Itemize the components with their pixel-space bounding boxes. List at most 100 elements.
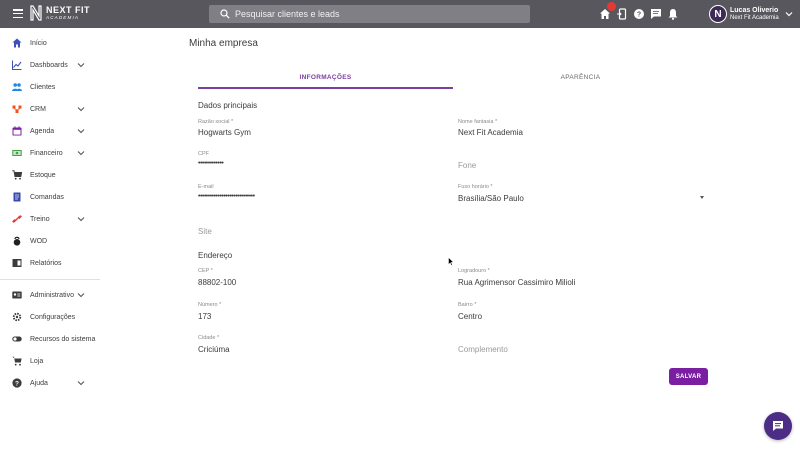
cpf-field[interactable]: ••••••••••••• [198,160,224,167]
search-input[interactable]: Pesquisar clientes e leads [209,5,530,23]
page-title: Minha empresa [189,38,258,49]
sidebar-item-label: Dashboards [30,61,68,69]
user-name: Lucas Oliverio [730,6,779,14]
calendar-icon [12,126,22,136]
chevron-down-icon [77,217,85,222]
notification-badge [607,2,616,11]
dropdown-arrow-icon[interactable] [700,196,704,199]
nome-fantasia-field[interactable]: Next Fit Academia [458,128,523,137]
chevron-down-icon [77,293,85,298]
sidebar-item-treino[interactable]: Treino [0,210,108,228]
razao-social-field[interactable]: Hogwarts Gym [198,128,251,137]
chat-icon[interactable] [649,7,663,21]
cep-field[interactable]: 88802-100 [198,278,236,287]
chevron-down-icon [77,63,85,68]
svg-text:?: ? [15,380,19,387]
brand-name: NEXT FIT [46,4,90,15]
sidebar-item-label: Clientes [30,83,56,91]
chevron-down-icon [77,151,85,156]
mouse-cursor-icon [448,257,454,266]
sidebar-item-wod[interactable]: WOD [0,232,108,250]
avatar: N [709,5,727,23]
chevron-down-icon [77,107,85,112]
report-icon [12,259,22,267]
tab-aparencia[interactable]: APARÊNCIA [453,66,708,89]
home-icon [12,38,22,48]
sidebar-item-label: Treino [30,215,50,223]
dumbbell-icon [12,215,22,223]
numero-label: Número * [198,302,222,308]
chart-icon [12,60,22,70]
logradouro-field[interactable]: Rua Agrimensor Cassimiro Milioli [458,278,575,287]
sidebar-item-label: CRM [30,105,46,113]
fuso-horario-select[interactable]: Brasília/São Paulo [458,194,524,203]
logo-mark-icon [30,5,42,21]
sidebar-item-label: Administrativo [30,291,74,299]
money-icon [12,150,22,156]
mobile-icon[interactable] [615,7,629,21]
cart-icon [12,170,22,180]
nome-fantasia-label: Nome fantasia * [458,119,498,125]
svg-text:?: ? [637,12,641,19]
chevron-down-icon [785,12,793,17]
active-tab-indicator [198,87,453,89]
fuso-horario-label: Fuso horário * [458,184,493,190]
sidebar-item-recursos[interactable]: Recursos do sistema [0,330,108,348]
tab-informacoes[interactable]: INFORMAÇÕES [198,66,453,89]
kettlebell-icon [13,236,21,246]
sidebar-item-dashboards[interactable]: Dashboards [0,56,108,74]
top-bar: NEXT FIT ACADEMIA Pesquisar clientes e l… [0,0,800,28]
complemento-field[interactable]: Complemento [458,345,508,354]
chat-bubble-icon [773,421,783,431]
sidebar-item-relatorios[interactable]: Relatórios [0,254,108,272]
help-icon[interactable]: ? [632,7,646,21]
sidebar-item-label: Estoque [30,171,56,179]
sidebar-item-label: Agenda [30,127,55,135]
sidebar-item-label: WOD [30,237,48,245]
shop-icon [12,356,22,366]
sidebar-divider [0,279,100,280]
cidade-field[interactable]: Criciúma [198,345,230,354]
section-title-address: Endereço [198,251,233,260]
sidebar-item-comandas[interactable]: Comandas [0,188,108,206]
section-title-main: Dados principais [198,101,258,110]
numero-field[interactable]: 173 [198,312,211,321]
sidebar-item-clientes[interactable]: Clientes [0,78,108,96]
bell-icon[interactable] [666,7,680,21]
user-menu[interactable]: N Lucas Oliverio Next Fit Academia [709,5,793,23]
sidebar-item-crm[interactable]: CRM [0,100,108,118]
brand-subtitle: ACADEMIA [46,14,80,20]
email-label: E-mail [198,184,214,190]
sidebar-item-label: Loja [30,357,44,365]
menu-icon[interactable] [13,9,23,19]
admin-icon [12,291,22,299]
sidebar-item-inicio[interactable]: Início [0,34,108,52]
tab-bar: INFORMAÇÕES APARÊNCIA [198,66,708,89]
gear-icon [12,312,22,322]
sidebar-item-financeiro[interactable]: Financeiro [0,144,108,162]
fone-field[interactable]: Fone [458,161,476,170]
sidebar-item-agenda[interactable]: Agenda [0,122,108,140]
sidebar-item-ajuda[interactable]: ? Ajuda [0,374,108,392]
email-field[interactable]: ••••••••••••••••••••••••••••• [198,193,255,200]
sidebar-item-administrativo[interactable]: Administrativo [0,286,108,304]
site-field[interactable]: Site [198,227,212,236]
sidebar-item-label: Financeiro [30,149,63,157]
search-placeholder: Pesquisar clientes e leads [235,9,340,19]
bairro-field[interactable]: Centro [458,312,482,321]
sidebar-item-label: Recursos do sistema [30,335,96,343]
crm-icon [12,105,22,113]
sidebar-item-label: Relatórios [30,259,62,267]
chevron-down-icon [77,381,85,386]
people-icon [12,83,22,91]
save-button[interactable]: SALVAR [669,368,708,385]
cpf-label: CPF [198,151,209,157]
cidade-label: Cidade * [198,335,220,341]
help-icon: ? [12,378,22,388]
sidebar-item-estoque[interactable]: Estoque [0,166,108,184]
sidebar-item-loja[interactable]: Loja [0,352,108,370]
chat-support-button[interactable] [764,412,792,440]
brand-logo[interactable]: NEXT FIT ACADEMIA [30,5,90,21]
sidebar-item-configuracoes[interactable]: Configurações [0,308,108,326]
search-icon [220,9,230,19]
